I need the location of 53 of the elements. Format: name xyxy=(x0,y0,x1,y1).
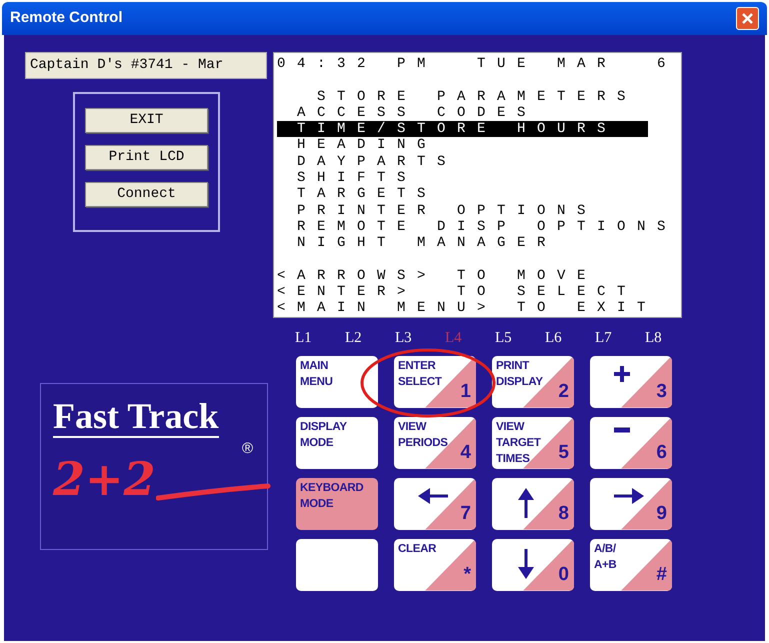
logo-script: 2+2 xyxy=(53,456,156,502)
keypad-key[interactable]: 6 xyxy=(590,416,672,468)
store-field[interactable]: Captain D's #3741 - Mar xyxy=(25,52,267,79)
down-arrow-icon xyxy=(516,546,536,580)
plus-icon xyxy=(612,364,632,384)
keypad-key[interactable]: PRINT DISPLAY 2 xyxy=(492,356,574,408)
panel-button[interactable]: EXIT xyxy=(85,108,208,133)
menu-item[interactable]: ACCESS CODES xyxy=(297,104,538,122)
lamp-label: L6 xyxy=(545,329,563,348)
lamp-label: L8 xyxy=(645,329,663,348)
close-icon xyxy=(741,12,754,25)
keypad-key[interactable]: KEYBOARD MODE xyxy=(296,478,378,530)
lamp-label: L3 xyxy=(395,329,413,348)
keypad-key[interactable]: A/B/ A+B # xyxy=(590,538,672,590)
menu-item[interactable]: NIGHT MANAGER xyxy=(297,235,558,252)
panel-button[interactable]: Print LCD xyxy=(85,145,208,170)
lcd-heading: STORE PARAMETERS xyxy=(317,88,638,105)
lcd-hint: <MAIN MENU> TO EXIT xyxy=(277,300,658,317)
keypad-key[interactable]: DISPLAY MODE xyxy=(296,416,378,468)
keypad-key[interactable]: MAIN MENU xyxy=(296,356,378,408)
close-button[interactable] xyxy=(736,7,759,30)
lamp-label: L1 xyxy=(295,329,313,348)
lamp-label: L5 xyxy=(495,329,513,348)
keypad-key[interactable]: ENTER SELECT 1 xyxy=(394,356,476,408)
menu-item[interactable]: PRINTER OPTIONS xyxy=(297,202,598,219)
window-title: Remote Control xyxy=(10,8,122,28)
menu-item[interactable]: REMOTE DISP OPTIONS xyxy=(297,218,678,236)
keypad-key[interactable]: VIEW TARGET TIMES 5 xyxy=(492,416,574,468)
menu-item[interactable]: HEADING xyxy=(297,137,438,154)
lcd-hint: <ENTER> TO SELECT xyxy=(277,284,638,300)
up-arrow-icon xyxy=(516,486,536,520)
keypad-key[interactable]: VIEW PERIODS 4 xyxy=(394,416,476,468)
lcd-hint: <ARROWS> TO MOVE xyxy=(277,268,598,284)
panel-button[interactable]: Connect xyxy=(85,182,208,207)
lamp-label: L4 xyxy=(445,329,463,348)
keypad-key[interactable]: CLEAR * xyxy=(394,538,476,590)
logo-title: Fast Track xyxy=(53,398,219,438)
minus-icon xyxy=(612,424,632,434)
lcd-clock: 04:32 PM TUE MAR 6 xyxy=(277,56,678,72)
menu-item[interactable]: SHIFTS xyxy=(297,170,418,186)
keypad-key[interactable]: 9 xyxy=(590,478,672,530)
right-arrow-icon xyxy=(612,486,646,506)
keypad-key[interactable]: 3 xyxy=(590,356,672,408)
registered-mark: ® xyxy=(242,441,253,456)
lamp-label: L7 xyxy=(595,329,613,348)
left-arrow-icon xyxy=(416,486,450,506)
menu-item[interactable]: TIME/STORE HOURS xyxy=(277,121,648,138)
keypad-key[interactable]: 8 xyxy=(492,478,574,530)
keypad-key[interactable]: 0 xyxy=(492,538,574,590)
menu-item[interactable]: DAYPARTS xyxy=(297,154,458,170)
menu-item[interactable]: TARGETS xyxy=(297,186,438,203)
lamp-label: L2 xyxy=(345,329,363,348)
keypad-key[interactable]: 7 xyxy=(394,478,476,530)
